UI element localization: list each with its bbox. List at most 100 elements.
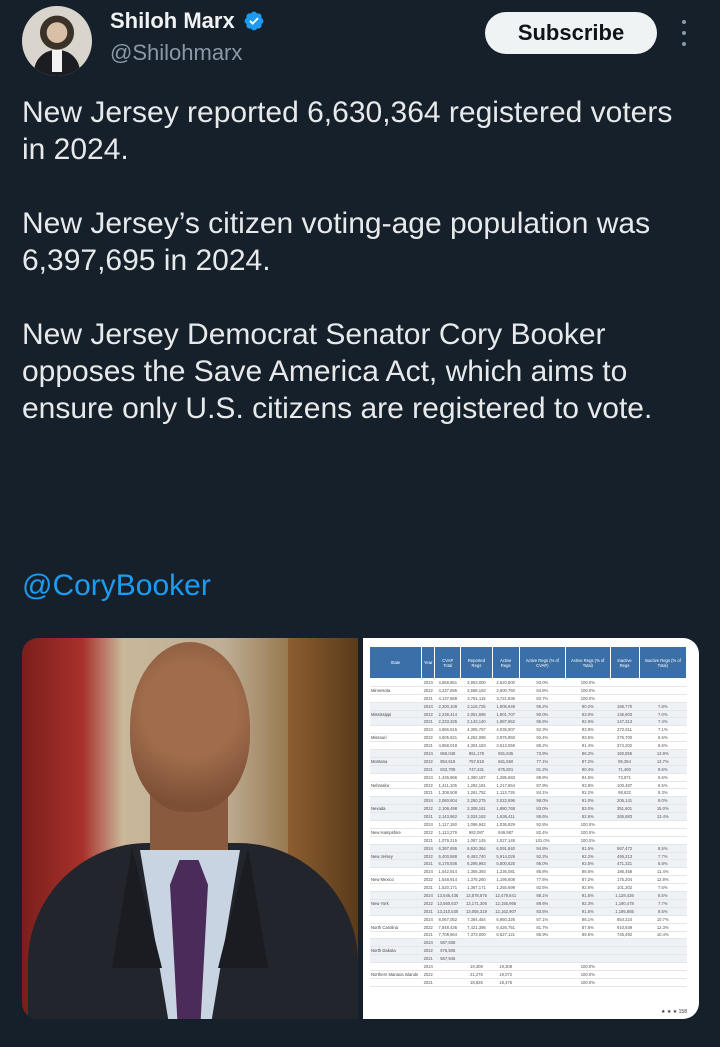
table-row: 2024 1,117,150 1,096,942 1,036,829 92.8% 100.… bbox=[369, 820, 687, 829]
table-cell: 2024 bbox=[421, 962, 435, 971]
table-header-cell: Active Regs bbox=[491, 646, 520, 679]
table-cell: 13,310,530 bbox=[434, 907, 461, 916]
avatar-shirt bbox=[52, 50, 62, 72]
table-cell bbox=[610, 962, 640, 971]
table-cell: 2024 bbox=[421, 844, 435, 853]
table-cell: 100.0% bbox=[565, 686, 611, 695]
table-cell: 2,051,596 bbox=[460, 710, 493, 719]
more-vertical-icon[interactable] bbox=[676, 20, 692, 46]
table-cell: 2022 bbox=[421, 923, 435, 932]
table-cell: 2024 bbox=[421, 678, 435, 687]
table-cell: 7.7% bbox=[639, 852, 687, 861]
table-cell: 89.6% bbox=[565, 931, 611, 940]
table-cell: 587,838 bbox=[434, 938, 461, 948]
table-cell: 2022 bbox=[421, 828, 435, 837]
table-cell: 6,178,936 bbox=[434, 859, 461, 869]
table-cell: 73.9% bbox=[519, 749, 566, 758]
table-cell: 13,545,436 bbox=[434, 891, 461, 900]
table-cell: 101.0% bbox=[519, 836, 566, 845]
senator-photo[interactable] bbox=[22, 638, 358, 1019]
table-cell: 1,360,187 bbox=[460, 773, 493, 782]
table-cell: 7.0% bbox=[639, 710, 687, 719]
table-cell: 19,308 bbox=[460, 962, 493, 971]
table-state-cell bbox=[369, 749, 422, 758]
table-cell: 4,605,621 bbox=[434, 733, 461, 743]
author-avatar[interactable] bbox=[22, 6, 92, 76]
table-state-cell: North Carolina bbox=[369, 923, 422, 932]
table-cell: 2021 bbox=[421, 741, 435, 751]
table-cell: 98.0% bbox=[519, 796, 566, 806]
table-row: 2021 2,233,325 2,143,140 1,987,652 95.5% 92.6… bbox=[369, 717, 687, 727]
table-cell bbox=[565, 938, 611, 948]
table-cell: 84.1% bbox=[519, 788, 566, 798]
voter-table-image[interactable]: State Year CVAP Total Reported Regs Active R… bbox=[363, 638, 699, 1019]
table-cell bbox=[519, 970, 566, 979]
table-cell bbox=[639, 978, 687, 987]
table-cell bbox=[610, 978, 640, 987]
verified-badge-icon bbox=[244, 11, 264, 31]
subscribe-button[interactable]: Subscribe bbox=[485, 12, 657, 54]
table-cell: 4,658,851 bbox=[434, 678, 461, 687]
table-cell: 84.8% bbox=[519, 686, 566, 695]
table-cell: 5,914,029 bbox=[492, 852, 520, 861]
table-cell bbox=[610, 938, 640, 948]
mention-link[interactable]: @CoryBooker bbox=[22, 567, 211, 604]
table-cell: 7.1% bbox=[639, 725, 687, 735]
table-cell bbox=[639, 694, 687, 703]
table-row: 2024 6,397,695 6,630,364 6,091,840 94.8% 91.5… bbox=[369, 844, 687, 853]
table-cell: 7.8% bbox=[639, 702, 687, 711]
table-cell bbox=[610, 970, 640, 979]
table-cell bbox=[639, 836, 687, 845]
table-cell: 265,883 bbox=[610, 812, 640, 822]
table-cell: 7,421,395 bbox=[460, 923, 493, 932]
table-cell bbox=[639, 820, 687, 829]
table-cell bbox=[519, 954, 566, 964]
more-dot bbox=[682, 42, 686, 46]
table-cell: 6.5% bbox=[639, 781, 687, 790]
table-state-cell bbox=[369, 773, 422, 782]
table-state-cell bbox=[369, 678, 422, 687]
table-row: Missouri 2022 4,605,621 4,252,096 3,975,850 9… bbox=[369, 733, 687, 743]
table-cell: 10.7% bbox=[639, 915, 687, 924]
table-cell: 100.0% bbox=[565, 962, 611, 971]
table-cell: 2024 bbox=[421, 773, 435, 782]
table-cell: 2,200,109 bbox=[434, 702, 461, 711]
table-cell: 691,845 bbox=[492, 749, 520, 758]
table-row: 2021 13,310,530 13,055,319 12,162,907 83.5% 9… bbox=[369, 907, 687, 916]
table-cell: 87.9% bbox=[519, 781, 566, 790]
table-row: New Mexico 2022 1,548,914 1,375,260 1,195,60… bbox=[369, 875, 687, 885]
table-cell: 147,313 bbox=[610, 717, 640, 727]
table-cell: 1,128,426 bbox=[610, 891, 640, 900]
table-cell: 1,542,914 bbox=[434, 867, 461, 877]
table-cell: 2024 bbox=[421, 702, 435, 711]
table-state-cell bbox=[369, 907, 422, 916]
table-cell: 10.4% bbox=[639, 931, 687, 940]
author-handle[interactable]: @Shilohmarx bbox=[110, 40, 242, 66]
table-header-cell: Active Regs (% of Total) bbox=[565, 646, 611, 679]
table-cell: 91.5% bbox=[565, 844, 611, 853]
table-state-cell: Montana bbox=[369, 757, 422, 766]
table-cell: 95,354 bbox=[610, 757, 640, 766]
table-cell: 18,826 bbox=[460, 978, 493, 987]
table-cell: 2022 bbox=[421, 781, 435, 790]
table-cell bbox=[610, 836, 640, 845]
table-cell: 77.6% bbox=[519, 875, 566, 885]
table-cell: 2024 bbox=[421, 796, 435, 806]
table-cell bbox=[610, 820, 640, 829]
table-row: 2021 4,658,018 4,304,183 3,613,059 86.2% 91.4… bbox=[369, 741, 687, 751]
table-cell bbox=[610, 678, 640, 687]
table-cell: 1,117,150 bbox=[434, 820, 461, 829]
table-cell: 6,091,840 bbox=[492, 844, 520, 853]
table-cell: 866,048 bbox=[434, 749, 461, 758]
table-cell: 2022 bbox=[421, 710, 435, 719]
table-cell bbox=[639, 686, 687, 695]
table-cell: 89.6% bbox=[519, 899, 566, 908]
table-cell: 854,224 bbox=[610, 915, 640, 924]
author-name[interactable]: Shiloh Marx bbox=[110, 8, 235, 34]
table-cell bbox=[460, 938, 493, 948]
table-cell: 8.6% bbox=[639, 741, 687, 751]
table-cell: 2024 bbox=[421, 891, 435, 900]
table-row: Northern Mariana Islands 2022 21,276 19,072… bbox=[369, 970, 687, 979]
table-cell: 13,171,306 bbox=[460, 899, 493, 908]
table-cell: 2,308,161 bbox=[460, 804, 493, 814]
